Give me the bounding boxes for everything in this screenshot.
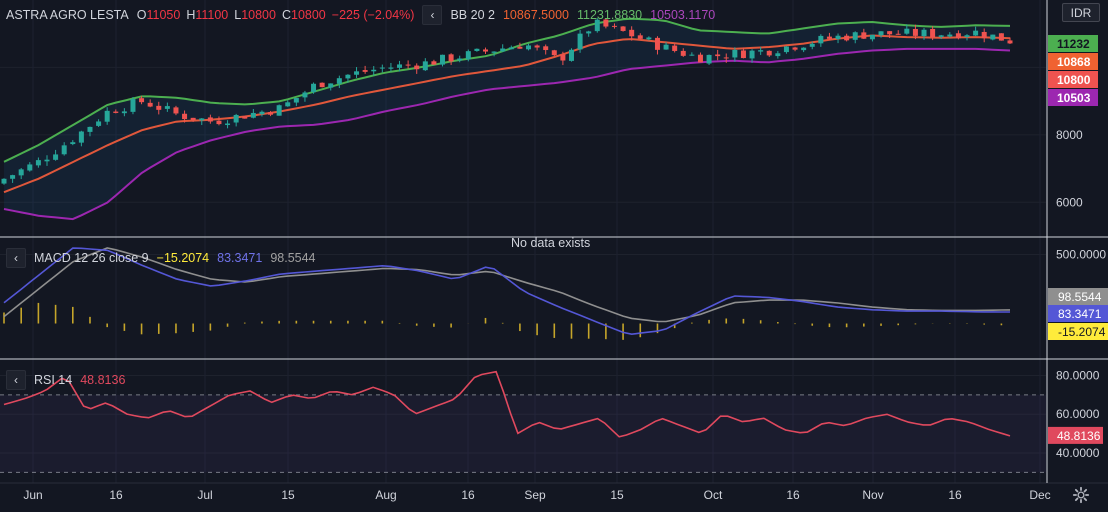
bb-upper-price-tag: 11232 [1048, 35, 1098, 52]
candle [276, 104, 282, 116]
rsi-band-background [0, 394, 1046, 473]
open-value: 11050 [146, 8, 181, 22]
candle [706, 54, 712, 65]
rsi-value-tag: 48.8136 [1048, 426, 1103, 444]
chevron-left-icon: ‹ [14, 251, 18, 265]
macd-line-tag: 83.3471 [1048, 305, 1108, 322]
close-label: C [281, 8, 291, 22]
time-axis-label: 16 [786, 488, 800, 502]
candle [568, 48, 574, 62]
time-axis-label: Dec [1029, 488, 1050, 502]
svg-text:48.8136: 48.8136 [1057, 429, 1101, 443]
main-legend: ASTRA AGRO LESTA O11050 H11100 L10800 C1… [6, 5, 715, 25]
high-label: H [186, 8, 196, 22]
macd-axis-tick: 500.0000 [1056, 248, 1106, 262]
macd-line-value: 83.3471 [217, 251, 263, 265]
svg-text:-15.2074: -15.2074 [1058, 325, 1106, 339]
rsi-indicator-name[interactable]: RSI 14 [34, 373, 72, 387]
change-value: −225 (−2.04%) [331, 8, 415, 22]
collapse-indicators-button[interactable]: ‹ [422, 5, 443, 25]
bb-basis-value: 10867.5000 [502, 8, 569, 22]
close-value: 10800 [291, 8, 326, 22]
rsi-collapse-button[interactable]: ‹ [6, 370, 26, 390]
macd-collapse-button[interactable]: ‹ [6, 248, 26, 268]
low-value: 10800 [241, 8, 276, 22]
chevron-left-icon: ‹ [14, 373, 18, 387]
bb-upper-value: 11231.8830 [577, 8, 643, 22]
settings-gear-icon[interactable] [1072, 486, 1090, 504]
svg-text:10503: 10503 [1057, 91, 1091, 105]
macd-legend: ‹ MACD 12 26 close 9 −15.2074 83.3471 98… [6, 248, 316, 268]
time-axis-label: 16 [109, 488, 123, 502]
open-label: O [136, 8, 147, 22]
chart-container[interactable]: 8000 6000 11232 10868 10800 10503 500.0000 98.5… [0, 0, 1108, 507]
symbol-title[interactable]: ASTRA AGRO LESTA [6, 8, 129, 22]
svg-text:83.3471: 83.3471 [1058, 307, 1102, 321]
bb-lower-value: 10503.1170 [650, 8, 716, 22]
macd-signal-value: 98.5544 [270, 251, 316, 265]
macd-no-data-message: No data exists [511, 236, 591, 250]
time-axis-label: 16 [461, 488, 475, 502]
bb-indicator-name[interactable]: BB 20 2 [450, 8, 494, 22]
svg-text:11232: 11232 [1057, 37, 1090, 51]
time-axis-label: Oct [704, 488, 723, 502]
time-axis-label: Sep [524, 488, 546, 502]
time-axis-label: 15 [610, 488, 624, 502]
rsi-value: 48.8136 [80, 373, 126, 387]
chevron-left-icon: ‹ [430, 8, 435, 22]
rsi-legend: ‹ RSI 14 48.8136 [6, 370, 125, 390]
ohlc-values: O11050 H11100 L10800 C10800 −225 (−2.04%… [137, 8, 415, 22]
rsi-axis-tick: 40.0000 [1056, 446, 1100, 460]
candle [620, 26, 626, 32]
macd-signal-tag: 98.5544 [1048, 288, 1108, 305]
macd-hist-value: −15.2074 [156, 251, 210, 265]
candle [319, 82, 325, 88]
time-axis-label: 16 [948, 488, 962, 502]
svg-text:98.5544: 98.5544 [1058, 290, 1102, 304]
high-value: 11100 [195, 8, 229, 22]
last-price-tag: 10800 [1048, 71, 1098, 88]
rsi-axis-tick: 80.0000 [1056, 368, 1100, 382]
time-axis-label: Aug [375, 488, 396, 502]
svg-text:10868: 10868 [1057, 55, 1091, 69]
candle [242, 115, 248, 119]
time-axis-label: Nov [862, 488, 883, 502]
time-axis-label: Jul [197, 488, 212, 502]
rsi-axis-tick: 60.0000 [1056, 407, 1100, 421]
price-axis-tick: 8000 [1056, 128, 1083, 142]
svg-text:10800: 10800 [1057, 73, 1091, 87]
candle [998, 33, 1004, 41]
candle [130, 97, 136, 115]
price-axis-tick: 6000 [1056, 195, 1083, 209]
currency-button[interactable]: IDR [1062, 3, 1100, 22]
time-axis-label: 15 [281, 488, 295, 502]
candle [990, 34, 996, 41]
macd-hist-tag: -15.2074 [1048, 323, 1108, 340]
bb-lower-price-tag: 10503 [1048, 89, 1098, 106]
macd-indicator-name[interactable]: MACD 12 26 close 9 [34, 251, 149, 265]
time-axis-label: Jun [23, 488, 42, 502]
bb-basis-price-tag: 10868 [1048, 53, 1098, 70]
